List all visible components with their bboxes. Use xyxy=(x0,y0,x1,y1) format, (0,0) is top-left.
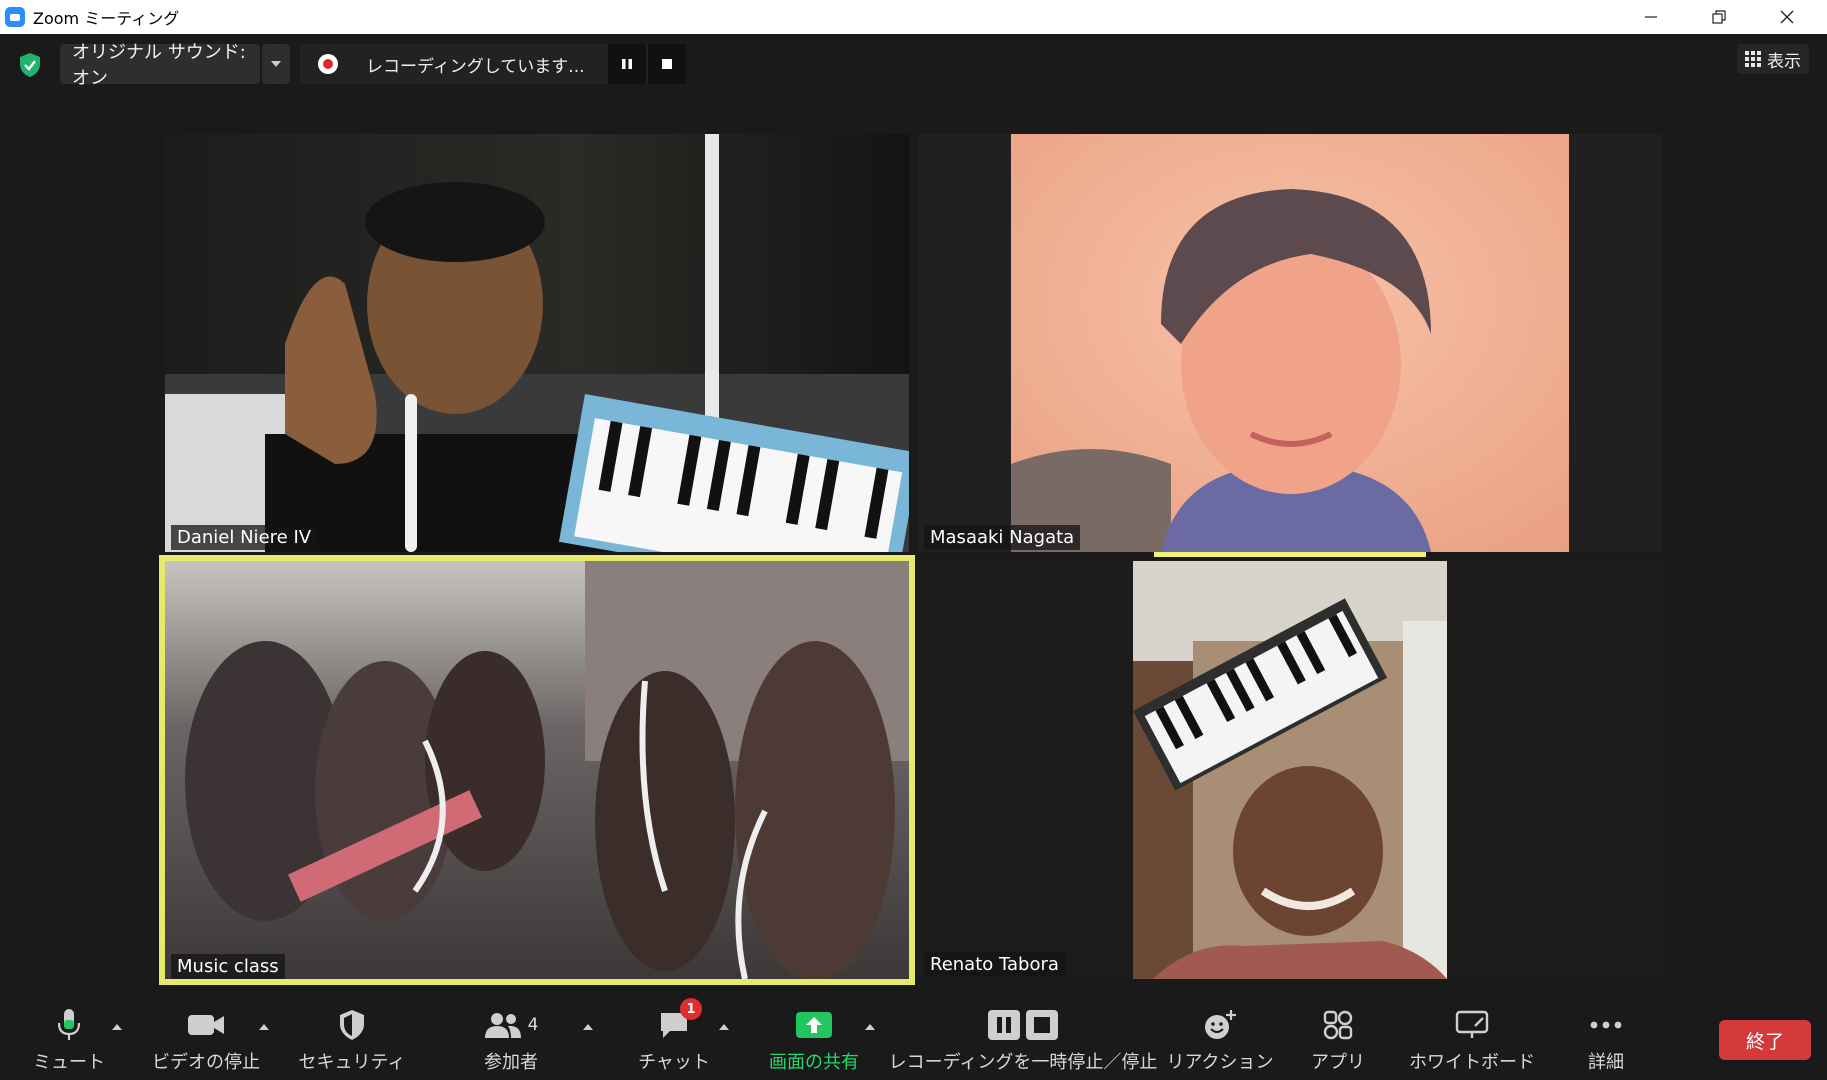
recording-status-label: レコーディングしています... xyxy=(366,56,585,77)
apps-icon xyxy=(1323,1004,1353,1046)
recording-control-button[interactable]: レコーディングを一時停止／停止 xyxy=(889,990,1157,1080)
minimize-icon xyxy=(1645,16,1657,18)
reactions-label: リアクション xyxy=(1166,1052,1274,1073)
stop-video-button[interactable]: ビデオの停止 xyxy=(150,990,262,1080)
more-dots-icon xyxy=(1589,1004,1623,1046)
restore-icon xyxy=(1712,10,1726,24)
chevron-up-icon xyxy=(719,1024,729,1030)
chat-options-caret[interactable] xyxy=(717,1020,731,1034)
recording-control-label: レコーディングを一時停止／停止 xyxy=(888,1052,1158,1073)
chevron-down-icon xyxy=(271,61,281,67)
meeting-toolbar: ミュート ビデオの停止 セキュリティ 4 参加者 1 チャット 画面の共有 レコ… xyxy=(0,990,1827,1080)
chevron-up-icon xyxy=(112,1024,122,1030)
meeting-top-bar: オリジナル サウンド: オン レコーディングしています... 表示 xyxy=(0,34,1827,94)
video-options-caret[interactable] xyxy=(257,1020,271,1034)
emoji-reaction-icon xyxy=(1203,1004,1237,1046)
apps-label: アプリ xyxy=(1311,1052,1365,1073)
whiteboard-label: ホワイトボード xyxy=(1409,1052,1535,1073)
participants-count: 4 xyxy=(527,1015,539,1035)
video-camera-icon xyxy=(187,1004,225,1046)
close-button[interactable] xyxy=(1753,0,1821,34)
minimize-button[interactable] xyxy=(1617,0,1685,34)
stop-video-label: ビデオの停止 xyxy=(152,1052,260,1073)
original-sound-toggle[interactable]: オリジナル サウンド: オン xyxy=(60,42,260,89)
chevron-up-icon xyxy=(583,1024,593,1030)
end-meeting-button[interactable]: 終了 xyxy=(1719,1020,1811,1060)
participants-options-caret[interactable] xyxy=(581,1020,595,1034)
recording-indicator: レコーディングしています... xyxy=(300,44,686,84)
stop-recording-button[interactable] xyxy=(648,44,686,84)
recording-dot-icon xyxy=(318,54,338,74)
apps-button[interactable]: アプリ xyxy=(1300,990,1376,1080)
participants-icon: 4 xyxy=(484,1004,539,1046)
microphone-icon xyxy=(56,1004,82,1046)
whiteboard-icon xyxy=(1455,1004,1489,1046)
grid-view-icon xyxy=(1745,51,1761,67)
original-sound-label: オリジナル サウンド: オン xyxy=(72,42,246,89)
stop-icon xyxy=(662,59,672,69)
close-icon xyxy=(1780,10,1794,24)
chat-icon: 1 xyxy=(658,998,702,1046)
window-title: Zoom ミーティング xyxy=(33,9,180,28)
video-tile-renato[interactable]: Renato Tabora xyxy=(918,561,1662,979)
mute-button[interactable]: ミュート xyxy=(30,990,108,1080)
share-screen-button[interactable]: 画面の共有 xyxy=(762,990,866,1080)
whiteboard-button[interactable]: ホワイトボード xyxy=(1409,990,1535,1080)
recording-control-icon xyxy=(988,1004,1058,1046)
participant-video xyxy=(165,134,909,552)
participant-name: Renato Tabora xyxy=(924,952,1065,977)
chat-button[interactable]: 1 チャット xyxy=(634,990,714,1080)
audio-options-caret[interactable] xyxy=(110,1020,124,1034)
view-button[interactable]: 表示 xyxy=(1737,44,1809,74)
video-tile-masaaki[interactable]: Masaaki Nagata xyxy=(918,134,1662,552)
original-sound-dropdown[interactable] xyxy=(262,44,290,84)
video-tile-music-class[interactable]: Music class xyxy=(159,555,915,985)
chat-label: チャット xyxy=(638,1052,710,1073)
participant-video xyxy=(165,561,909,979)
shield-icon xyxy=(338,1004,366,1046)
share-screen-icon xyxy=(795,1004,833,1046)
end-meeting-label: 終了 xyxy=(1745,1030,1784,1053)
participant-name: Daniel Niere IV xyxy=(171,525,318,550)
participant-name: Masaaki Nagata xyxy=(924,525,1081,550)
view-label: 表示 xyxy=(1767,51,1801,72)
participant-video xyxy=(1011,134,1569,552)
title-bar: Zoom ミーティング xyxy=(0,0,1827,34)
video-tile-daniel[interactable]: Daniel Niere IV xyxy=(165,134,909,552)
active-speaker-indicator xyxy=(1154,552,1426,557)
participants-button[interactable]: 4 参加者 xyxy=(466,990,556,1080)
security-button[interactable]: セキュリティ xyxy=(299,990,405,1080)
more-button[interactable]: 詳細 xyxy=(1568,990,1644,1080)
share-screen-label: 画面の共有 xyxy=(769,1052,859,1073)
security-label: セキュリティ xyxy=(298,1052,406,1073)
pause-recording-button[interactable] xyxy=(608,44,646,84)
participant-video xyxy=(1133,561,1447,979)
chevron-up-icon xyxy=(259,1024,269,1030)
chevron-up-icon xyxy=(865,1024,875,1030)
chat-unread-badge: 1 xyxy=(680,998,702,1020)
encryption-shield-icon[interactable] xyxy=(18,52,42,78)
pause-icon xyxy=(622,59,632,69)
zoom-app-icon xyxy=(5,7,25,27)
participant-name: Music class xyxy=(171,954,285,979)
mute-label: ミュート xyxy=(33,1052,105,1073)
share-options-caret[interactable] xyxy=(863,1020,877,1034)
more-label: 詳細 xyxy=(1588,1052,1624,1073)
participants-label: 参加者 xyxy=(484,1052,538,1073)
restore-button[interactable] xyxy=(1685,0,1753,34)
reactions-button[interactable]: リアクション xyxy=(1166,990,1274,1080)
